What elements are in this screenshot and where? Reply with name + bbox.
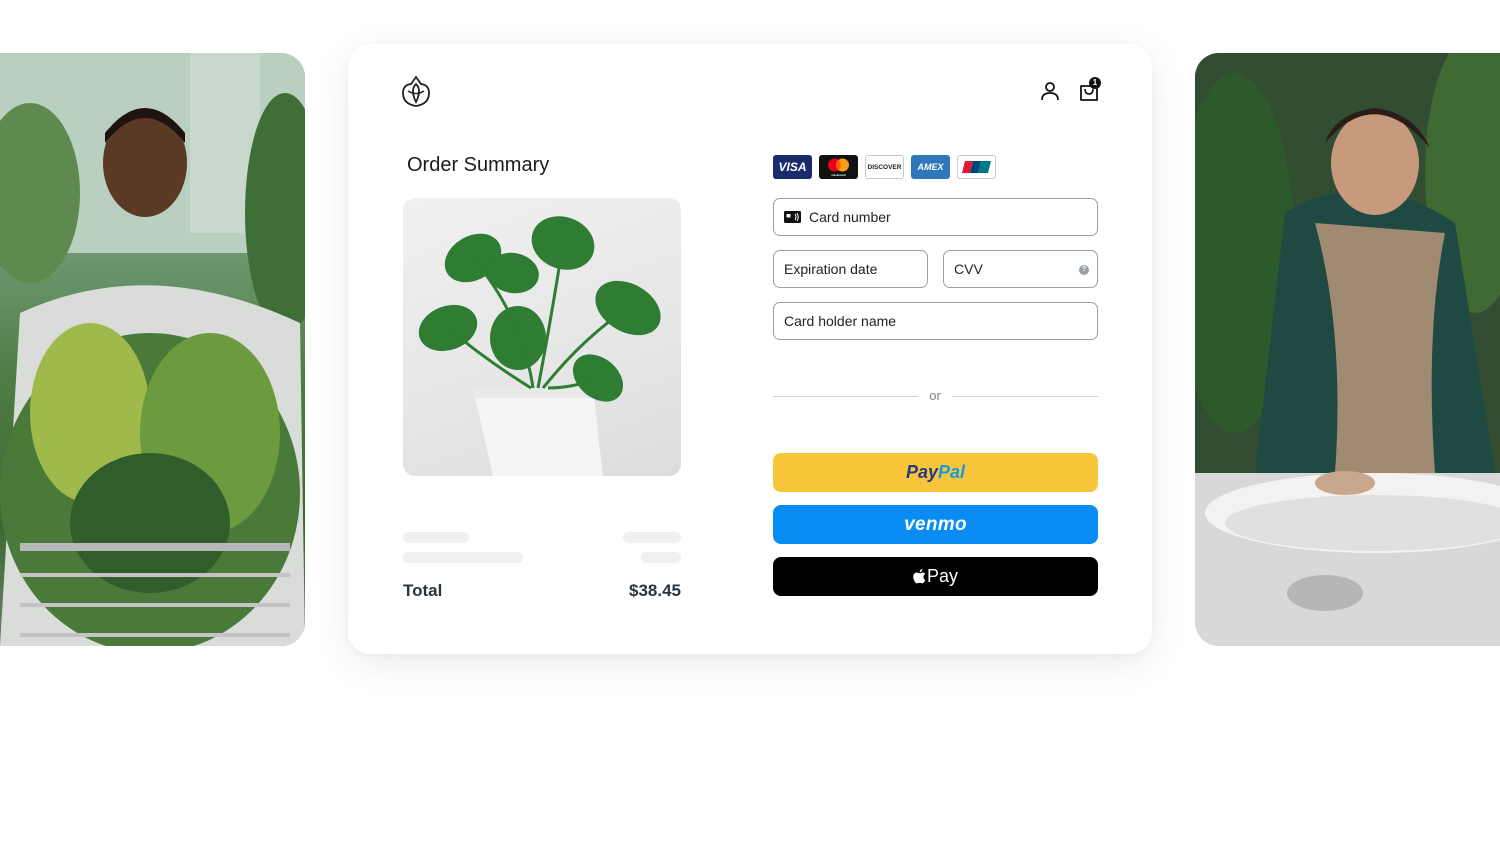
product-image xyxy=(403,198,681,476)
card-number-input[interactable] xyxy=(809,209,1097,225)
venmo-logo: venmo xyxy=(904,513,967,535)
left-photo xyxy=(0,53,305,646)
apple-icon xyxy=(913,569,926,584)
card-holder-name-field[interactable] xyxy=(773,302,1098,340)
cvv-input[interactable] xyxy=(954,261,1097,277)
cvv-field[interactable]: ? xyxy=(943,250,1098,288)
help-icon[interactable]: ? xyxy=(1079,265,1089,275)
unionpay-stripes-icon xyxy=(961,161,991,173)
skeleton-line xyxy=(403,532,469,543)
discover-logo: DISCOVER xyxy=(865,155,904,179)
total-label: Total xyxy=(403,581,443,600)
credit-card-icon xyxy=(784,211,801,223)
right-photo-illustration xyxy=(1195,53,1500,646)
right-photo xyxy=(1195,53,1500,646)
or-divider-text: or xyxy=(929,388,941,403)
expiration-date-field[interactable] xyxy=(773,250,928,288)
apple-pay-logo: Pay xyxy=(913,566,958,587)
venmo-button[interactable]: venmo xyxy=(773,505,1098,544)
amex-logo: AMEX xyxy=(911,155,950,179)
mastercard-circles-icon: mastercard xyxy=(828,158,849,177)
checkout-card: 1 Order Summary Total $38.45 VISA master… xyxy=(348,44,1152,654)
tulip-leaf-logo-icon[interactable] xyxy=(400,74,432,108)
visa-logo: VISA xyxy=(773,155,812,179)
card-brands: VISA mastercard DISCOVER AMEX xyxy=(773,155,996,179)
user-icon[interactable] xyxy=(1038,79,1062,103)
divider-line xyxy=(952,396,1098,397)
card-number-field[interactable] xyxy=(773,198,1098,236)
mastercard-logo: mastercard xyxy=(819,155,858,179)
monstera-plant-illustration xyxy=(418,216,661,476)
left-photo-illustration xyxy=(0,53,305,646)
skeleton-line xyxy=(623,532,681,543)
skeleton-line xyxy=(403,552,523,563)
divider-line xyxy=(773,396,918,397)
skeleton-line xyxy=(641,552,681,563)
total-value: $38.45 xyxy=(629,581,681,600)
expiration-date-input[interactable] xyxy=(784,261,927,277)
svg-text:mastercard: mastercard xyxy=(832,173,846,177)
paypal-logo: PayPal xyxy=(905,462,966,482)
apple-pay-button[interactable]: Pay xyxy=(773,557,1098,596)
paypal-button[interactable]: PayPal xyxy=(773,453,1098,492)
order-summary-title: Order Summary xyxy=(407,154,550,176)
unionpay-logo xyxy=(957,155,996,179)
cart-count-badge: 1 xyxy=(1089,77,1101,89)
card-holder-name-input[interactable] xyxy=(784,313,1097,329)
apple-pay-label: Pay xyxy=(926,566,959,586)
